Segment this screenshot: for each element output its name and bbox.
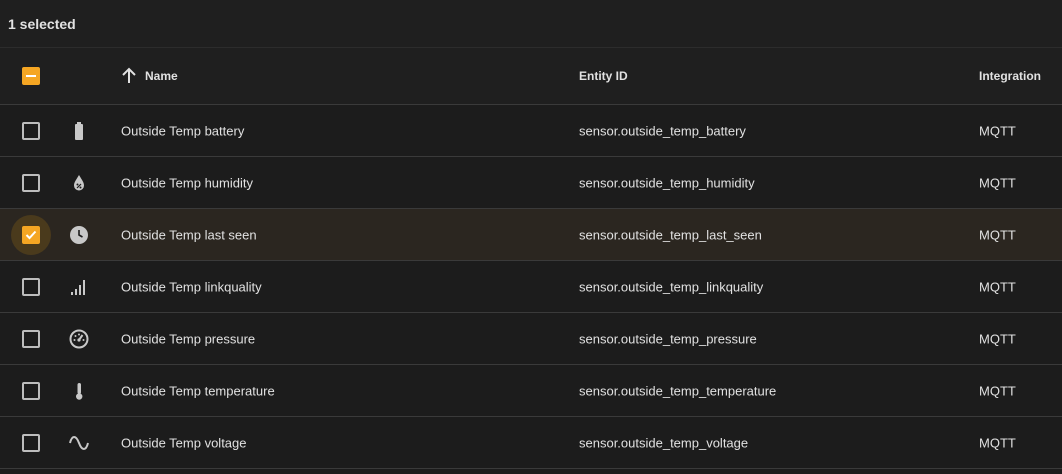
battery-icon	[75, 121, 83, 140]
row-checkbox[interactable]	[22, 433, 40, 452]
entity-id: sensor.outside_temp_pressure	[579, 331, 757, 346]
row-checkbox[interactable]	[22, 225, 40, 244]
table-row[interactable]: Outside Temp battery sensor.outside_temp_…	[0, 105, 1062, 157]
entity-id: sensor.outside_temp_last_seen	[579, 227, 762, 242]
clock-icon	[70, 225, 88, 244]
table-row[interactable]: Outside Temp humidity sensor.outside_temp…	[0, 157, 1062, 209]
row-checkbox[interactable]	[22, 381, 40, 400]
column-header-integration[interactable]: Integration	[979, 69, 1041, 83]
entity-name: Outside Temp humidity	[121, 175, 253, 190]
entity-id: sensor.outside_temp_battery	[579, 123, 746, 138]
integration: MQTT	[979, 435, 1016, 450]
integration: MQTT	[979, 175, 1016, 190]
entity-id: sensor.outside_temp_voltage	[579, 435, 749, 450]
table-row[interactable]: Outside Temp temperature sensor.outside_t…	[0, 365, 1062, 417]
table-row[interactable]: Outside Temp linkquality sensor.outside_t…	[0, 261, 1062, 313]
row-checkbox[interactable]	[22, 277, 40, 296]
entity-name: Outside Temp temperature	[121, 383, 275, 398]
select-all-checkbox[interactable]	[22, 67, 40, 85]
integration: MQTT	[979, 227, 1016, 242]
integration: MQTT	[979, 383, 1016, 398]
row-checkbox[interactable]	[22, 173, 40, 192]
entity-name: Outside Temp last seen	[121, 227, 257, 242]
sine-wave-icon	[69, 435, 89, 450]
entity-id: sensor.outside_temp_humidity	[579, 175, 755, 190]
integration: MQTT	[979, 279, 1016, 294]
entity-name: Outside Temp pressure	[121, 331, 256, 346]
entity-id: sensor.outside_temp_linkquality	[579, 279, 764, 294]
selection-count: 1 selected	[8, 15, 76, 32]
water-percent-icon	[74, 174, 84, 190]
gauge-icon	[69, 329, 89, 348]
table-body: Outside Temp battery sensor.outside_temp_…	[0, 105, 1062, 469]
row-checkbox[interactable]	[22, 121, 40, 140]
entity-name: Outside Temp voltage	[121, 435, 247, 450]
arrow-up-icon[interactable]	[119, 66, 139, 86]
table-header: Name Entity ID Integration	[0, 48, 1062, 105]
thermometer-icon	[76, 382, 83, 400]
integration: MQTT	[979, 123, 1016, 138]
column-header-name[interactable]: Name	[145, 69, 178, 83]
selection-bar: 1 selected	[0, 0, 1062, 48]
signal-icon	[71, 279, 85, 295]
entity-name: Outside Temp battery	[121, 123, 245, 138]
column-header-entity-id[interactable]: Entity ID	[579, 69, 628, 83]
table-row[interactable]: Outside Temp pressure sensor.outside_temp…	[0, 313, 1062, 365]
entity-id: sensor.outside_temp_temperature	[579, 383, 777, 398]
integration: MQTT	[979, 331, 1016, 346]
entity-name: Outside Temp linkquality	[121, 279, 262, 294]
table-row[interactable]: Outside Temp last seen sensor.outside_tem…	[0, 209, 1062, 261]
table-row[interactable]: Outside Temp voltage sensor.outside_temp_…	[0, 417, 1062, 469]
row-checkbox[interactable]	[22, 329, 40, 348]
